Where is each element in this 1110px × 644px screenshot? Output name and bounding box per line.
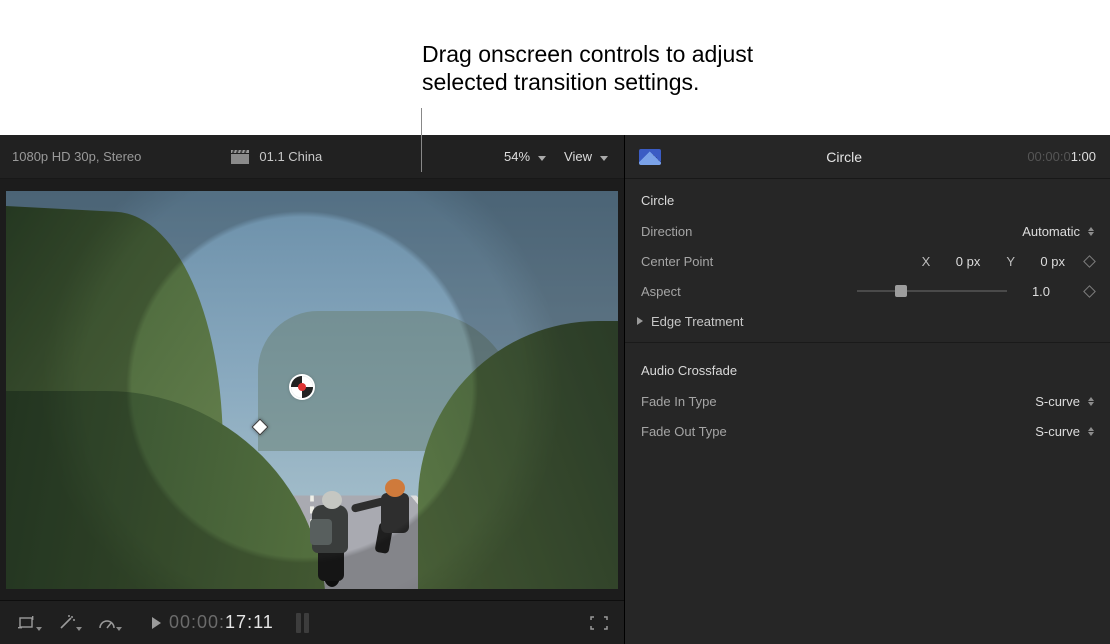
duration-dim: 00:00:0 [1027,149,1070,164]
video-frame [6,191,618,589]
disclosure-triangle-icon [637,317,643,325]
stepper-icon [1088,427,1094,436]
clip-name-group: 01.1 China [231,149,322,164]
aspect-label: Aspect [641,284,791,299]
fullscreen-icon [590,616,608,630]
fullscreen-button[interactable] [584,609,614,637]
aspect-value[interactable]: 1.0 [1017,284,1065,299]
direction-value: Automatic [1022,224,1080,239]
timecode-active: 17:11 [225,612,274,632]
stepper-icon [1088,397,1094,406]
edge-treatment-label: Edge Treatment [651,314,744,329]
zoom-dropdown[interactable]: 54% [504,149,546,164]
inspector-duration[interactable]: 00:00:01:00 [1027,149,1096,164]
editor: 1080p HD 30p, Stereo 01.1 China 54% View [0,135,1110,644]
fade-in-value: S-curve [1035,394,1080,409]
duration-lit: 1:00 [1071,149,1096,164]
speed-tool-button[interactable] [90,609,124,637]
keyframe-button[interactable] [1083,255,1096,268]
zoom-value: 54% [504,149,530,164]
inspector-title: Circle [661,149,1027,165]
clapperboard-icon [231,150,249,164]
axis-x-label: X [922,254,931,269]
transport-block: 00:00:17:11 [152,612,309,633]
chevron-down-icon [536,149,546,164]
transform-tool-button[interactable] [10,609,44,637]
tool-group [10,609,124,637]
timecode-display[interactable]: 00:00:17:11 [169,612,274,633]
annotation-area: Drag onscreen controls to adjust selecte… [0,0,1110,135]
play-button[interactable] [152,617,161,629]
fade-in-dropdown[interactable]: S-curve [1035,394,1094,409]
view-label: View [564,149,592,164]
chevron-down-icon [598,149,608,164]
retime-tool-button[interactable] [50,609,84,637]
inspector-body: Circle Direction Automatic Center Point … [625,179,1110,452]
annotation-leader-line [421,108,422,172]
crop-icon [18,616,36,630]
direction-label: Direction [641,224,791,239]
aspect-row: Aspect 1.0 [625,276,1110,306]
gauge-icon [98,615,116,631]
section-title-circle: Circle [625,185,1110,216]
fade-out-row: Fade Out Type S-curve [625,416,1110,446]
viewer-canvas[interactable] [0,179,624,600]
audio-skim-indicator [296,613,309,633]
fade-in-label: Fade In Type [641,394,791,409]
edge-treatment-disclosure[interactable]: Edge Treatment [625,306,1110,336]
viewer-top-bar: 1080p HD 30p, Stereo 01.1 China 54% View [0,135,624,179]
clip-name: 01.1 China [259,149,322,164]
slider-thumb[interactable] [895,285,907,297]
fade-out-value: S-curve [1035,424,1080,439]
center-point-row: Center Point X 0 px Y 0 px [625,246,1110,276]
direction-row: Direction Automatic [625,216,1110,246]
fade-out-label: Fade Out Type [641,424,791,439]
viewer-panel: 1080p HD 30p, Stereo 01.1 China 54% View [0,135,625,644]
transition-icon [639,149,661,165]
center-point-label: Center Point [641,254,791,269]
onscreen-center-handle[interactable] [291,376,313,398]
inspector-header: Circle 00:00:01:00 [625,135,1110,179]
direction-dropdown[interactable]: Automatic [1022,224,1094,239]
fade-out-dropdown[interactable]: S-curve [1035,424,1094,439]
wand-icon [58,615,76,631]
annotation-text: Drag onscreen controls to adjust selecte… [422,40,753,96]
format-label: 1080p HD 30p, Stereo [12,149,141,164]
inspector-panel: Circle 00:00:01:00 Circle Direction Auto… [625,135,1110,644]
view-dropdown[interactable]: View [564,149,608,164]
section-divider [625,342,1110,343]
keyframe-button[interactable] [1083,285,1096,298]
aspect-slider[interactable] [857,284,1007,298]
viewer-bottom-bar: 00:00:17:11 [0,600,624,644]
axis-y-label: Y [1006,254,1015,269]
app-root: Drag onscreen controls to adjust selecte… [0,0,1110,644]
fade-in-row: Fade In Type S-curve [625,386,1110,416]
timecode-prefix: 00:00: [169,612,225,632]
center-y-value[interactable]: 0 px [1025,254,1065,269]
center-x-value[interactable]: 0 px [940,254,980,269]
stepper-icon [1088,227,1094,236]
section-title-audio: Audio Crossfade [625,349,1110,386]
